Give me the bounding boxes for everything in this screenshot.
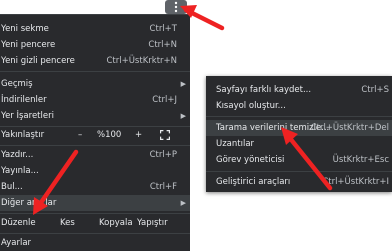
menu-item-bookmarks[interactable]: Yer İşaretleri ▶ — [0, 108, 190, 124]
submenu-item-extensions[interactable]: Uzantılar — [206, 136, 392, 152]
menu-item-edit: Düzenle Kes Kopyala Yapıştır — [0, 215, 190, 231]
submenu-arrow-icon: ▶ — [180, 80, 186, 88]
menu-item-label: Yeni pencere — [1, 40, 56, 50]
menu-item-shortcut: Ctrl+T — [149, 24, 177, 34]
submenu-item-developer-tools[interactable]: Geliştirici araçları Ctrl+ÜstKrktr+I — [206, 174, 392, 190]
menu-item-label: Bul... — [1, 182, 23, 192]
menu-item-label: Yer İşaretleri — [1, 111, 54, 121]
menu-item-shortcut: Ctrl+ÜstKrktr+N — [106, 56, 177, 66]
menu-separator — [206, 116, 392, 117]
submenu-arrow-icon: ▶ — [180, 112, 186, 120]
menu-separator — [0, 71, 190, 72]
chrome-main-menu: Yeni sekme Ctrl+T Yeni pencere Ctrl+N Ye… — [0, 14, 190, 251]
menu-item-label: Yakınlaştır — [1, 130, 45, 140]
zoom-out-button[interactable]: – — [78, 127, 82, 143]
menu-item-label: Uzantılar — [216, 139, 255, 149]
more-menu-button[interactable] — [165, 0, 187, 14]
cut-button[interactable]: Kes — [60, 215, 75, 231]
menu-item-find[interactable]: Bul... Ctrl+F — [0, 179, 190, 195]
zoom-level: %100 — [97, 130, 122, 140]
menu-item-new-incognito-window[interactable]: Yeni gizli pencere Ctrl+ÜstKrktr+N — [0, 53, 190, 69]
menu-item-print[interactable]: Yazdır... Ctrl+P — [0, 147, 190, 163]
menu-item-downloads[interactable]: İndirilenler Ctrl+J — [0, 92, 190, 108]
menu-item-history[interactable]: Geçmiş ▶ — [0, 76, 190, 92]
menu-item-label: Sayfayı farklı kaydet... — [216, 85, 312, 95]
submenu-item-task-manager[interactable]: Görev yöneticisi ÜstKrktr+Esc — [206, 152, 392, 168]
menu-item-label: Düzenle — [1, 218, 36, 228]
menu-item-label: İndirilenler — [1, 95, 47, 105]
copy-button[interactable]: Kopyala — [99, 215, 133, 231]
menu-item-new-window[interactable]: Yeni pencere Ctrl+N — [0, 37, 190, 53]
submenu-item-save-page[interactable]: Sayfayı farklı kaydet... Ctrl+S — [206, 82, 392, 98]
more-tools-submenu: Sayfayı farklı kaydet... Ctrl+S Kısayol … — [206, 76, 392, 192]
menu-item-shortcut: ÜstKrktr+Esc — [332, 155, 389, 165]
menu-item-label: Yeni gizli pencere — [1, 56, 75, 66]
menu-item-label: Görev yöneticisi — [216, 155, 285, 165]
zoom-in-button[interactable]: + — [135, 127, 142, 143]
menu-item-label: Yeni sekme — [1, 24, 49, 34]
menu-item-shortcut: Ctrl+J — [152, 95, 177, 105]
submenu-item-create-shortcut[interactable]: Kısayol oluştur... — [206, 98, 392, 114]
menu-item-shortcut: Ctrl+N — [148, 40, 177, 50]
menu-separator — [0, 233, 190, 234]
menu-item-label: Kısayol oluştur... — [216, 101, 286, 111]
menu-item-shortcut: Ctrl+P — [149, 150, 177, 160]
submenu-arrow-icon: ▶ — [180, 199, 186, 207]
submenu-item-clear-browsing-data[interactable]: Tarama verilerini temizle... Ctrl+ÜstKrk… — [206, 120, 392, 136]
vertical-ellipsis-icon — [174, 1, 178, 13]
menu-item-shortcut: Ctrl+ÜstKrktr+Del — [310, 123, 389, 133]
fullscreen-icon[interactable] — [160, 130, 170, 140]
menu-item-label: Geçmiş — [1, 79, 33, 89]
menu-item-label: Diğer araçlar — [1, 198, 57, 208]
menu-item-label: Ayarlar — [1, 238, 32, 248]
menu-separator — [0, 213, 190, 214]
browser-toolbar — [0, 0, 392, 11]
menu-item-settings[interactable]: Ayarlar — [0, 235, 190, 251]
menu-item-more-tools[interactable]: Diğer araçlar ▶ — [0, 195, 190, 211]
menu-item-label: Yazdır... — [1, 150, 34, 160]
menu-item-shortcut: Ctrl+F — [149, 182, 177, 192]
paste-button[interactable]: Yapıştır — [137, 215, 168, 231]
menu-item-label: Yayınla... — [1, 166, 39, 176]
menu-item-new-tab[interactable]: Yeni sekme Ctrl+T — [0, 21, 190, 37]
menu-item-zoom: Yakınlaştır – %100 + — [0, 127, 190, 143]
menu-item-label: Geliştirici araçları — [216, 177, 291, 187]
menu-separator — [206, 171, 392, 172]
menu-item-shortcut: Ctrl+ÜstKrktr+I — [322, 177, 389, 187]
menu-separator — [0, 145, 190, 146]
menu-item-shortcut: Ctrl+S — [361, 85, 389, 95]
menu-item-cast[interactable]: Yayınla... — [0, 163, 190, 179]
